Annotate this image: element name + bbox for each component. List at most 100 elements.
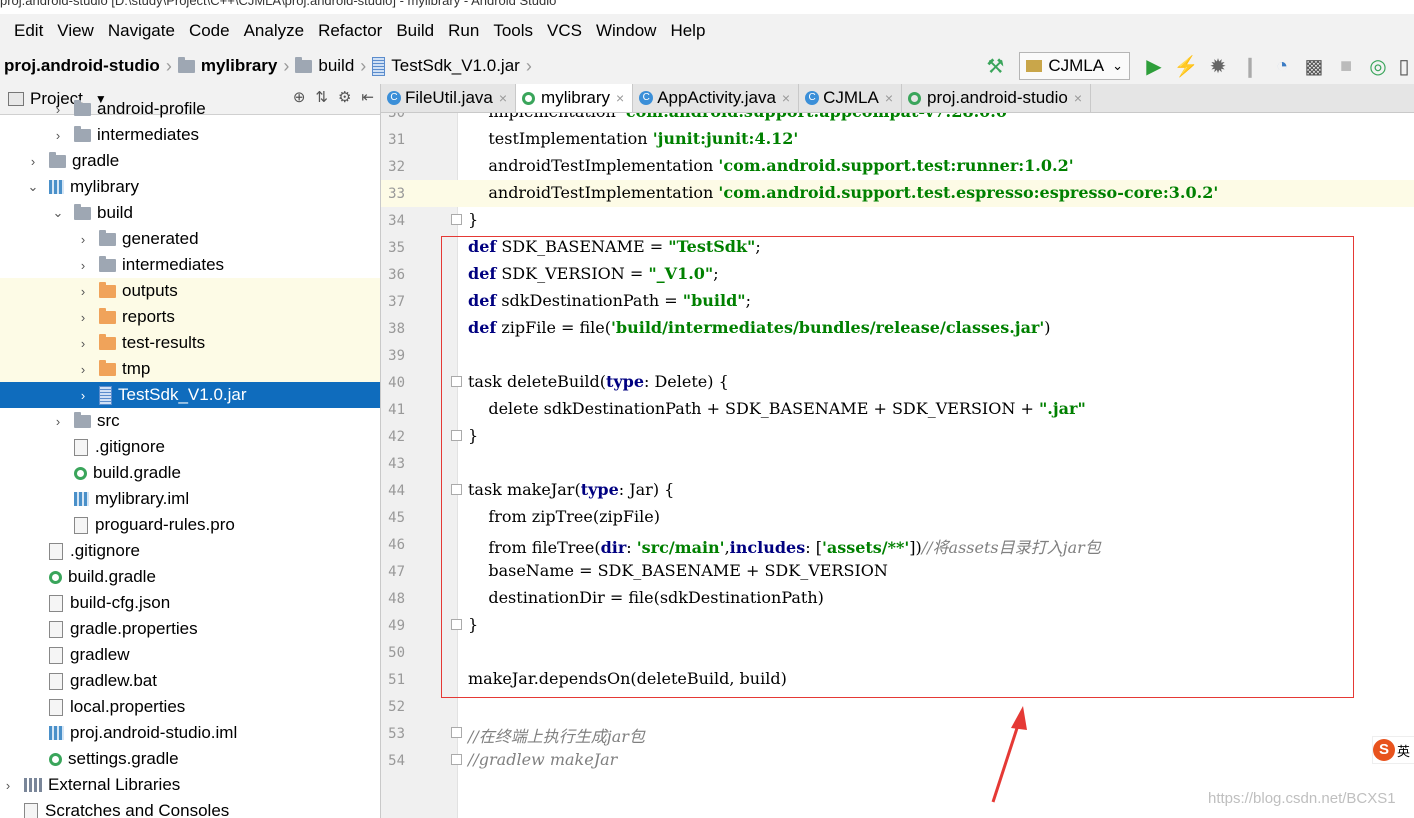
stop-icon[interactable]: ■ bbox=[1330, 51, 1362, 81]
menu-item-9[interactable]: VCS bbox=[540, 21, 589, 41]
code-text: androidTestImplementation 'com.android.s… bbox=[468, 156, 1073, 175]
excluded-folder-icon bbox=[99, 307, 116, 324]
menu-item-1[interactable]: View bbox=[50, 21, 101, 41]
tree-item[interactable]: .gitignore bbox=[0, 538, 380, 564]
tree-item[interactable]: ⌄ build bbox=[0, 200, 380, 226]
breadcrumb-item-1[interactable]: mylibrary bbox=[174, 56, 282, 76]
chevron-right-icon[interactable]: › bbox=[75, 388, 91, 403]
menu-item-4[interactable]: Analyze bbox=[237, 21, 311, 41]
fold-marker-icon[interactable] bbox=[451, 376, 462, 387]
chevron-right-icon[interactable]: › bbox=[75, 336, 91, 351]
device-manager-icon[interactable]: ▯ bbox=[1394, 51, 1414, 81]
run-config-select[interactable]: CJMLA ⌄ bbox=[1019, 52, 1130, 80]
tree-item[interactable]: gradlew.bat bbox=[0, 668, 380, 694]
fold-marker-icon[interactable] bbox=[451, 727, 462, 738]
breadcrumb-label: proj.android-studio bbox=[4, 56, 160, 75]
tree-item[interactable]: › test-results bbox=[0, 330, 380, 356]
menu-item-2[interactable]: Navigate bbox=[101, 21, 182, 41]
chevron-down-icon[interactable]: ⌄ bbox=[25, 179, 41, 195]
tree-item[interactable]: › android-profile bbox=[0, 96, 380, 122]
sync-gradle-icon[interactable]: ◎ bbox=[1362, 51, 1394, 81]
attach-debugger-icon[interactable]: ❙ bbox=[1234, 51, 1266, 81]
tree-item[interactable]: proguard-rules.pro bbox=[0, 512, 380, 538]
tree-item[interactable]: gradle.properties bbox=[0, 616, 380, 642]
editor-tab[interactable]: C AppActivity.java × bbox=[633, 84, 800, 112]
line-number: 33 bbox=[388, 186, 405, 202]
code-token: 'junit:junit:4.12' bbox=[652, 129, 799, 148]
chevron-right-icon[interactable]: › bbox=[50, 102, 66, 117]
hammer-build-icon[interactable]: ⚒ bbox=[979, 51, 1011, 81]
fold-marker-icon[interactable] bbox=[451, 619, 462, 630]
close-icon[interactable]: × bbox=[885, 90, 893, 106]
tree-item[interactable]: build-cfg.json bbox=[0, 590, 380, 616]
tree-item[interactable]: gradlew bbox=[0, 642, 380, 668]
menu-item-8[interactable]: Tools bbox=[486, 21, 540, 41]
menu-item-5[interactable]: Refactor bbox=[311, 21, 389, 41]
breadcrumb-item-0[interactable]: proj.android-studio bbox=[0, 56, 164, 76]
breadcrumb-item-3[interactable]: TestSdk_V1.0.jar bbox=[368, 56, 524, 76]
chevron-right-icon[interactable]: › bbox=[75, 284, 91, 299]
editor-tab[interactable]: mylibrary × bbox=[516, 84, 634, 112]
breadcrumb-item-2[interactable]: build bbox=[291, 56, 358, 76]
chevron-down-icon[interactable]: ⌄ bbox=[50, 205, 66, 221]
apply-changes-icon[interactable]: ⚡ bbox=[1170, 51, 1202, 81]
code-token: "TestSdk" bbox=[668, 237, 756, 256]
tree-item[interactable]: Scratches and Consoles bbox=[0, 798, 380, 818]
chevron-right-icon[interactable]: › bbox=[75, 362, 91, 377]
tree-item[interactable]: › External Libraries bbox=[0, 772, 380, 798]
file-icon bbox=[49, 698, 63, 716]
fold-marker-icon[interactable] bbox=[451, 214, 462, 225]
menu-item-0[interactable]: Edit bbox=[0, 21, 50, 41]
tree-item[interactable]: .gitignore bbox=[0, 434, 380, 460]
fold-marker-icon[interactable] bbox=[451, 430, 462, 441]
chevron-right-icon[interactable]: › bbox=[0, 778, 16, 793]
editor-tab[interactable]: proj.android-studio × bbox=[902, 84, 1092, 112]
tree-item[interactable]: › outputs bbox=[0, 278, 380, 304]
fold-marker-icon[interactable] bbox=[451, 754, 462, 765]
ime-indicator[interactable]: S 英 bbox=[1372, 736, 1414, 764]
editor-tab[interactable]: C CJMLA × bbox=[799, 84, 903, 112]
tree-item-label: .gitignore bbox=[70, 541, 140, 560]
tree-item[interactable]: mylibrary.iml bbox=[0, 486, 380, 512]
chevron-right-icon[interactable]: › bbox=[50, 128, 66, 143]
debug-bug-icon[interactable]: ✹ bbox=[1202, 51, 1234, 81]
close-icon[interactable]: × bbox=[499, 90, 507, 106]
tree-item[interactable]: › intermediates bbox=[0, 122, 380, 148]
close-icon[interactable]: × bbox=[1074, 90, 1082, 106]
code-text: def zipFile = file('build/intermediates/… bbox=[468, 318, 1051, 337]
tree-item[interactable]: ⌄ mylibrary bbox=[0, 174, 380, 200]
profiler-gauge-icon[interactable]: ◔ bbox=[1266, 51, 1298, 81]
chevron-right-icon[interactable]: › bbox=[50, 414, 66, 429]
tree-item[interactable]: › TestSdk_V1.0.jar bbox=[0, 382, 380, 408]
code-token: implementation bbox=[468, 113, 621, 121]
tree-item[interactable]: › generated bbox=[0, 226, 380, 252]
tree-item[interactable]: › reports bbox=[0, 304, 380, 330]
code-editor[interactable]: 30 implementation 'com.android.support:a… bbox=[381, 113, 1414, 818]
tree-item[interactable]: › src bbox=[0, 408, 380, 434]
chevron-right-icon[interactable]: › bbox=[75, 310, 91, 325]
close-icon[interactable]: × bbox=[616, 90, 624, 106]
tree-item[interactable]: settings.gradle bbox=[0, 746, 380, 772]
tree-item[interactable]: › intermediates bbox=[0, 252, 380, 278]
tree-item-label: mylibrary bbox=[70, 177, 139, 196]
tree-item[interactable]: local.properties bbox=[0, 694, 380, 720]
editor-tab[interactable]: C FileUtil.java × bbox=[381, 84, 517, 112]
chevron-right-icon[interactable]: › bbox=[75, 232, 91, 247]
run-icon[interactable]: ▶ bbox=[1138, 51, 1170, 81]
tree-item[interactable]: proj.android-studio.iml bbox=[0, 720, 380, 746]
menu-item-10[interactable]: Window bbox=[589, 21, 663, 41]
chevron-right-icon[interactable]: › bbox=[25, 154, 41, 169]
menu-item-3[interactable]: Code bbox=[182, 21, 237, 41]
menu-item-11[interactable]: Help bbox=[663, 21, 712, 41]
attach-process-icon[interactable]: ▩ bbox=[1298, 51, 1330, 81]
code-line: 35 def SDK_BASENAME = "TestSdk"; bbox=[381, 234, 1414, 261]
tree-item[interactable]: › tmp bbox=[0, 356, 380, 382]
fold-marker-icon[interactable] bbox=[451, 484, 462, 495]
close-icon[interactable]: × bbox=[782, 90, 790, 106]
tree-item[interactable]: › gradle bbox=[0, 148, 380, 174]
chevron-right-icon[interactable]: › bbox=[75, 258, 91, 273]
tree-item[interactable]: build.gradle bbox=[0, 460, 380, 486]
menu-item-6[interactable]: Build bbox=[389, 21, 441, 41]
tree-item[interactable]: build.gradle bbox=[0, 564, 380, 590]
menu-item-7[interactable]: Run bbox=[441, 21, 486, 41]
